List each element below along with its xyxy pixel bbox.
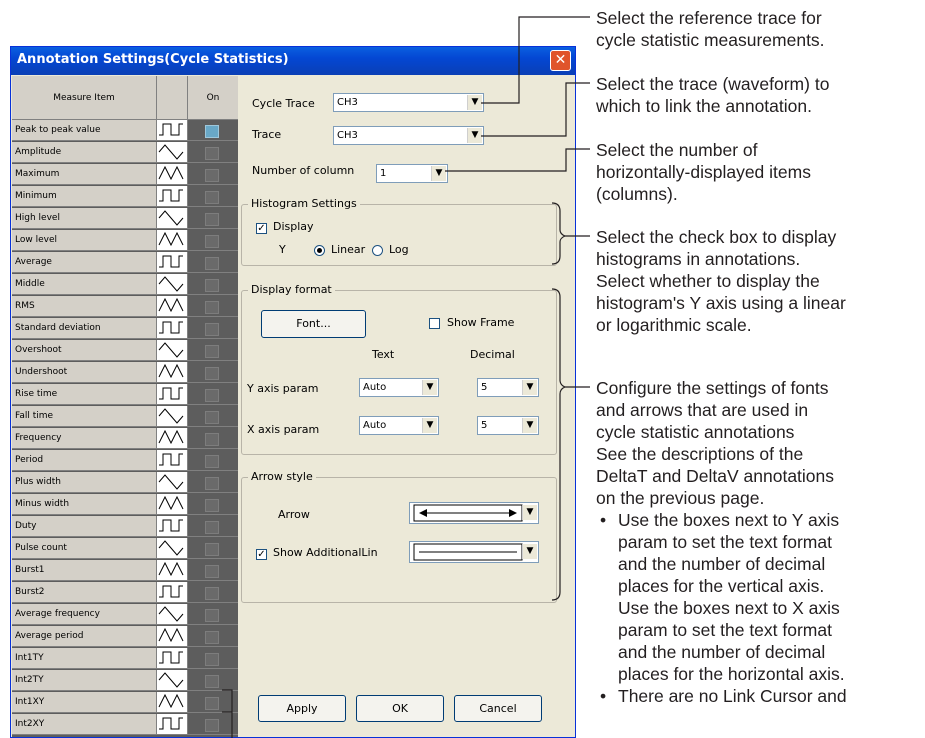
note-histogram: Select the check box to display histogra…: [596, 226, 846, 336]
note-cycle-trace: Select the reference trace for cycle sta…: [596, 7, 825, 51]
note-line: There are no Link Cursor and: [618, 686, 847, 706]
bullet-icon: •: [600, 510, 607, 530]
note-line: or logarithmic scale.: [596, 315, 752, 335]
note-line: Select the number of: [596, 140, 758, 160]
note-line: which to link the annotation.: [596, 96, 812, 116]
note-line: and the number of decimal: [618, 554, 826, 574]
note-line: histograms in annotations.: [596, 249, 801, 269]
note-line: cycle statistic measurements.: [596, 30, 825, 50]
note-line: places for the horizontal axis.: [618, 664, 845, 684]
note-display-format: Configure the settings of fonts and arro…: [596, 377, 834, 509]
note-line: horizontally-displayed items: [596, 162, 811, 182]
note-axis-params: Use the boxes next to Y axis param to se…: [618, 509, 845, 685]
note-line: Use the boxes next to X axis: [618, 598, 840, 618]
note-line: and the number of decimal: [618, 642, 826, 662]
note-line: Select the trace (waveform) to: [596, 74, 830, 94]
note-line: param to set the text format: [618, 532, 832, 552]
note-line: See the descriptions of the: [596, 444, 804, 464]
note-link-cursor: There are no Link Cursor and: [618, 685, 847, 707]
note-trace: Select the trace (waveform) to which to …: [596, 73, 829, 117]
note-line: Configure the settings of fonts: [596, 378, 829, 398]
note-line: DeltaT and DeltaV annotations: [596, 466, 835, 486]
note-line: Select the check box to display: [596, 227, 837, 247]
note-line: Select the reference trace for: [596, 8, 822, 28]
note-line: places for the vertical axis.: [618, 576, 825, 596]
note-line: Use the boxes next to Y axis: [618, 510, 840, 530]
bullet-icon: •: [600, 686, 607, 706]
note-line: param to set the text format: [618, 620, 832, 640]
note-line: cycle statistic annotations: [596, 422, 795, 442]
note-line: on the previous page.: [596, 488, 765, 508]
note-line: histogram's Y axis using a linear: [596, 293, 846, 313]
note-line: (columns).: [596, 184, 678, 204]
note-line: and arrows that are used in: [596, 400, 809, 420]
note-number-of-column: Select the number of horizontally-displa…: [596, 139, 811, 205]
note-line: Select whether to display the: [596, 271, 820, 291]
